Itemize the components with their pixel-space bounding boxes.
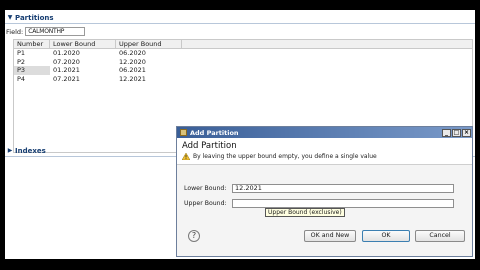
dialog-titlebar[interactable]: Add Partition _ □ ×: [177, 127, 472, 138]
lower-bound-row: Lower Bound: 12.2021: [184, 184, 454, 193]
cell-number: P2: [17, 57, 26, 66]
add-partition-dialog: Add Partition _ □ × Add Partition By lea…: [176, 126, 473, 257]
dialog-header-area: Add Partition By leaving the upper bound…: [177, 138, 472, 165]
field-input[interactable]: CALMONTHP: [25, 27, 86, 36]
upper-bound-label: Upper Bound:: [184, 200, 227, 207]
warning-icon: [182, 153, 190, 160]
dialog-app-icon: [180, 129, 187, 136]
editor-screen: ▼ Partitions Field: CALMONTHP Number Low…: [5, 10, 475, 259]
minimize-button[interactable]: _: [442, 128, 451, 137]
dialog-message-text: By leaving the upper bound empty, you de…: [193, 153, 377, 160]
cell-upper-bound: 06.2021: [119, 66, 146, 74]
cell-upper-bound: 12.2020: [119, 57, 146, 66]
lower-bound-label: Lower Bound:: [184, 185, 227, 192]
field-row: Field: CALMONTHP: [6, 27, 86, 36]
expand-triangle-icon[interactable]: ▼: [5, 14, 15, 21]
column-header-upper-bound[interactable]: Upper Bound: [116, 40, 182, 48]
table-row[interactable]: P2 07.2020 12.2020: [14, 58, 472, 67]
help-icon[interactable]: ?: [188, 230, 200, 242]
table-row[interactable]: P1 01.2020 06.2020: [14, 49, 472, 58]
cell-number: P3: [14, 66, 50, 75]
dialog-window-title: Add Partition: [190, 128, 239, 137]
cell-lower-bound: 01.2020: [53, 49, 80, 57]
column-header-number[interactable]: Number: [14, 40, 50, 48]
field-label: Field:: [6, 27, 24, 36]
upper-bound-row: Upper Bound:: [184, 199, 454, 208]
cell-number: P4: [17, 74, 26, 83]
section-divider: [5, 23, 475, 24]
ok-button[interactable]: OK: [362, 230, 410, 242]
cancel-button[interactable]: Cancel: [415, 230, 465, 242]
close-button[interactable]: ×: [462, 128, 471, 137]
dialog-message: By leaving the upper bound empty, you de…: [182, 153, 377, 160]
lower-bound-input[interactable]: 12.2021: [232, 184, 454, 193]
cell-lower-bound: 01.2021: [53, 66, 80, 74]
ok-and-new-button[interactable]: OK and New: [304, 230, 356, 242]
table-header: Number Lower Bound Upper Bound: [14, 40, 472, 49]
cell-lower-bound: 07.2020: [53, 57, 80, 66]
collapse-triangle-icon[interactable]: ▶: [5, 147, 15, 154]
cell-upper-bound: 12.2021: [119, 74, 146, 83]
dialog-heading: Add Partition: [182, 141, 237, 151]
maximize-button[interactable]: □: [452, 128, 461, 137]
upper-bound-tooltip: Upper Bound (exclusive): [265, 208, 345, 217]
partitions-section-header[interactable]: ▼ Partitions: [5, 13, 475, 22]
cell-number: P1: [17, 49, 26, 57]
upper-bound-input[interactable]: [232, 199, 454, 208]
table-row[interactable]: P4 07.2021 12.2021: [14, 75, 472, 84]
column-header-lower-bound[interactable]: Lower Bound: [50, 40, 116, 48]
table-row-selected[interactable]: P3 01.2021 06.2021: [14, 66, 472, 75]
partitions-section-title: Partitions: [15, 13, 54, 22]
indexes-section-title: Indexes: [15, 146, 46, 155]
cell-upper-bound: 06.2020: [119, 49, 146, 57]
cell-lower-bound: 07.2021: [53, 74, 80, 83]
